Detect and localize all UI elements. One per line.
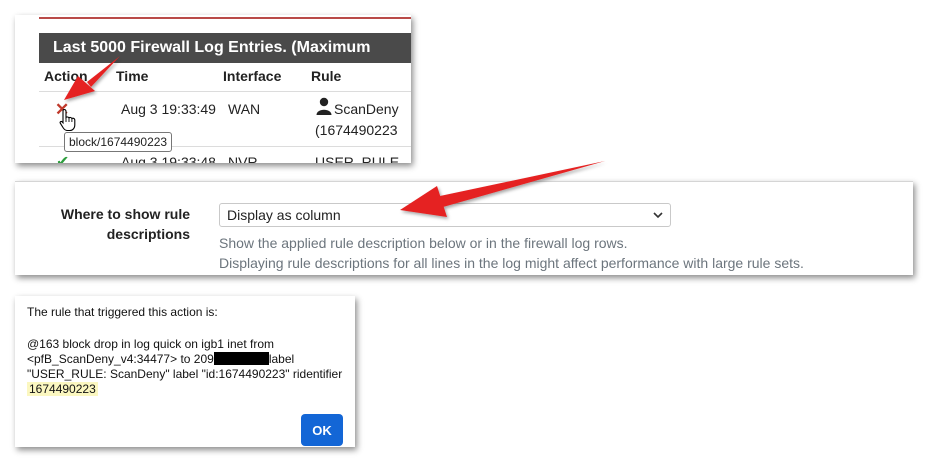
row-interface: NVR	[228, 154, 258, 163]
setting-label: Where to show rule descriptions	[55, 204, 190, 244]
dialog-rule-line2-end: label	[268, 352, 295, 366]
row-interface: WAN	[228, 101, 261, 117]
dialog-rule-line2: <pfB_ScanDeny_v4:34477> to 209 label	[27, 352, 294, 367]
help-text-line2: Displaying rule descriptions for all lin…	[219, 255, 804, 271]
rule-description-select[interactable]: Display as column	[219, 203, 671, 227]
setting-label-line2: descriptions	[106, 226, 190, 242]
ok-button[interactable]: OK	[301, 414, 343, 446]
dialog-rule-line3: "USER_RULE: ScanDeny" label "id:16744902…	[27, 367, 343, 381]
panel-divider	[15, 181, 913, 182]
header-row-divider	[39, 91, 411, 92]
help-text-line1: Show the applied rule description below …	[219, 235, 628, 251]
row-rule-name[interactable]: ScanDeny	[334, 101, 399, 117]
row-rule-id: (1674490223	[315, 122, 398, 138]
highlighted-rule-id: 1674490223	[27, 382, 98, 396]
check-icon[interactable]: ✔	[56, 152, 69, 163]
dialog-rule-line4: 1674490223	[27, 382, 98, 397]
dialog-intro: The rule that triggered this action is:	[27, 305, 218, 319]
select-value: Display as column	[227, 207, 341, 223]
firewall-log-panel: Last 5000 Firewall Log Entries. (Maximum…	[15, 15, 411, 163]
column-header-action[interactable]: Action	[44, 68, 88, 84]
log-panel-header: Last 5000 Firewall Log Entries. (Maximum	[39, 33, 411, 63]
user-icon	[316, 97, 332, 115]
rule-info-dialog: The rule that triggered this action is: …	[15, 296, 355, 447]
rule-description-setting-panel: Where to show rule descriptions Display …	[15, 181, 913, 275]
dialog-rule-line2-start: <pfB_ScanDeny_v4:34477> to 209	[27, 352, 214, 366]
column-header-interface[interactable]: Interface	[223, 68, 281, 84]
dialog-rule-line1: @163 block drop in log quick on igb1 ine…	[27, 337, 274, 351]
chevron-down-icon	[653, 212, 663, 219]
hand-cursor-icon	[59, 108, 76, 132]
redacted-block	[213, 352, 269, 365]
tooltip: block/1674490223	[64, 132, 173, 152]
top-divider	[39, 17, 411, 19]
row-time: Aug 3 19:33:49	[121, 101, 216, 117]
setting-label-line1: Where to show rule	[60, 206, 190, 222]
row-time: Aug 3 19:33:48	[121, 154, 216, 163]
row-rule-name[interactable]: USER_RULE	[315, 154, 399, 163]
column-header-rule[interactable]: Rule	[311, 68, 341, 84]
column-header-time[interactable]: Time	[116, 68, 148, 84]
